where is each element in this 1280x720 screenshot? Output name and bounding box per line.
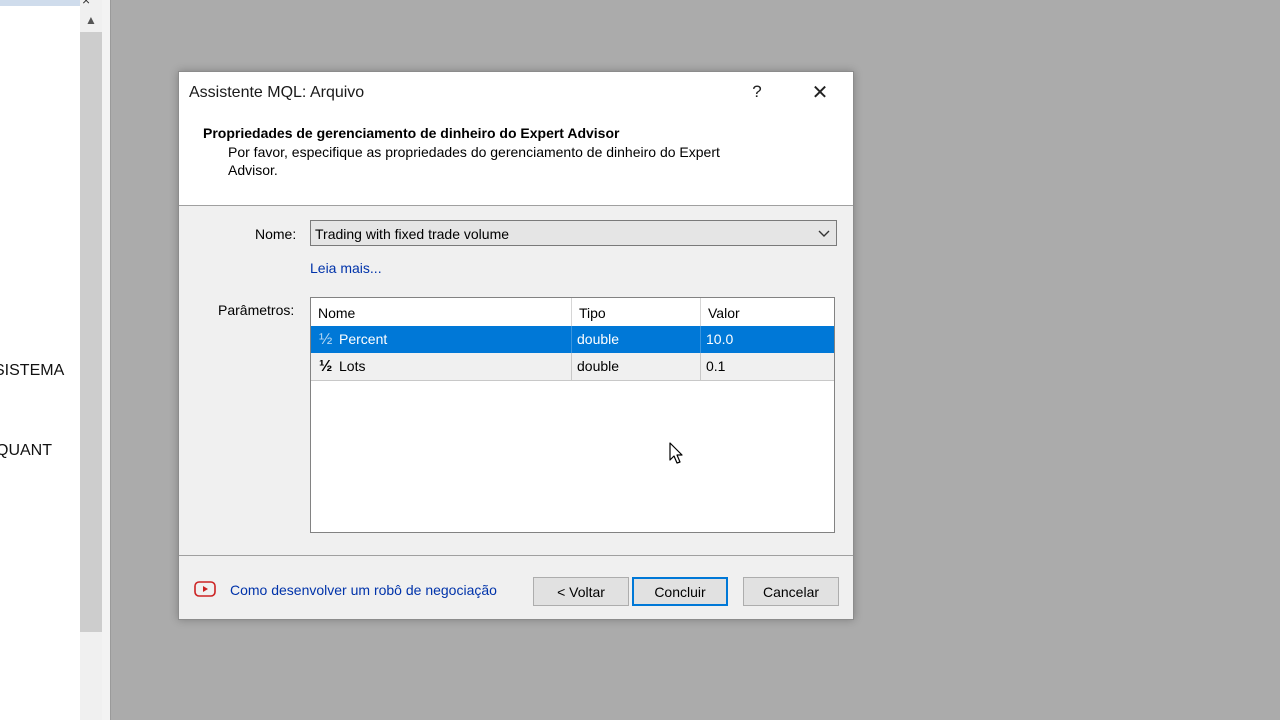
mql-wizard-dialog: Assistente MQL: Arquivo ? ✕ Propriedades… xyxy=(178,71,854,620)
background-panel: SISTEMA QUANT xyxy=(0,0,80,720)
mouse-cursor-icon xyxy=(669,442,683,464)
background-text-quant: QUANT xyxy=(0,442,52,459)
read-more-link[interactable]: Leia mais... xyxy=(310,260,382,276)
dialog-title: Assistente MQL: Arquivo xyxy=(189,84,365,101)
param-name: Percent xyxy=(339,331,388,347)
background-top-strip xyxy=(0,0,80,6)
name-label: Nome: xyxy=(255,226,297,242)
chevron-down-icon xyxy=(818,230,830,237)
param-type-cell: double xyxy=(572,326,701,353)
finish-button[interactable]: Concluir xyxy=(632,577,728,606)
param-name-cell: ½ Percent xyxy=(311,326,572,353)
close-button[interactable]: ✕ xyxy=(807,80,833,104)
background-close-icon[interactable]: × xyxy=(82,0,102,8)
parameters-table: Nome Tipo Valor ½ Percent double 10.0 ½ Lo… xyxy=(310,297,835,533)
scroll-up-icon[interactable]: ▲ xyxy=(80,8,102,32)
background-edge xyxy=(102,0,111,720)
table-row[interactable]: ½ Percent double 10.0 xyxy=(311,326,834,353)
wizard-header: Propriedades de gerenciamento de dinheir… xyxy=(179,112,853,206)
background-text-sistema: SISTEMA xyxy=(0,362,65,379)
dialog-titlebar: Assistente MQL: Arquivo ? ✕ xyxy=(179,72,853,112)
wizard-header-title: Propriedades de gerenciamento de dinheir… xyxy=(203,125,620,141)
param-value-cell[interactable]: 0.1 xyxy=(701,353,834,380)
fraction-icon: ½ xyxy=(319,358,333,375)
money-management-select[interactable]: Trading with fixed trade volume xyxy=(310,220,837,246)
fraction-icon: ½ xyxy=(319,331,333,348)
money-management-select-value: Trading with fixed trade volume xyxy=(315,226,510,242)
param-name-cell: ½ Lots xyxy=(311,353,572,380)
column-header-name[interactable]: Nome xyxy=(311,298,572,326)
table-row[interactable]: ½ Lots double 0.1 xyxy=(311,353,834,381)
wizard-header-description: Por favor, especifique as propriedades d… xyxy=(228,144,720,178)
tutorial-link[interactable]: Como desenvolver um robô de negociação xyxy=(230,582,497,598)
param-value-cell[interactable]: 10.0 xyxy=(701,326,834,353)
help-button[interactable]: ? xyxy=(745,80,769,104)
param-type-cell: double xyxy=(572,353,701,380)
table-header: Nome Tipo Valor xyxy=(311,298,834,327)
column-header-type[interactable]: Tipo xyxy=(572,298,701,326)
background-scrollbar[interactable]: × ▲ xyxy=(80,0,102,720)
scrollbar-thumb[interactable] xyxy=(80,32,102,632)
param-name: Lots xyxy=(339,358,366,374)
footer-divider xyxy=(179,555,853,556)
back-button[interactable]: < Voltar xyxy=(533,577,629,606)
parameters-label: Parâmetros: xyxy=(218,302,295,318)
youtube-icon[interactable] xyxy=(194,581,216,597)
cancel-button[interactable]: Cancelar xyxy=(743,577,839,606)
column-header-value[interactable]: Valor xyxy=(701,298,834,326)
